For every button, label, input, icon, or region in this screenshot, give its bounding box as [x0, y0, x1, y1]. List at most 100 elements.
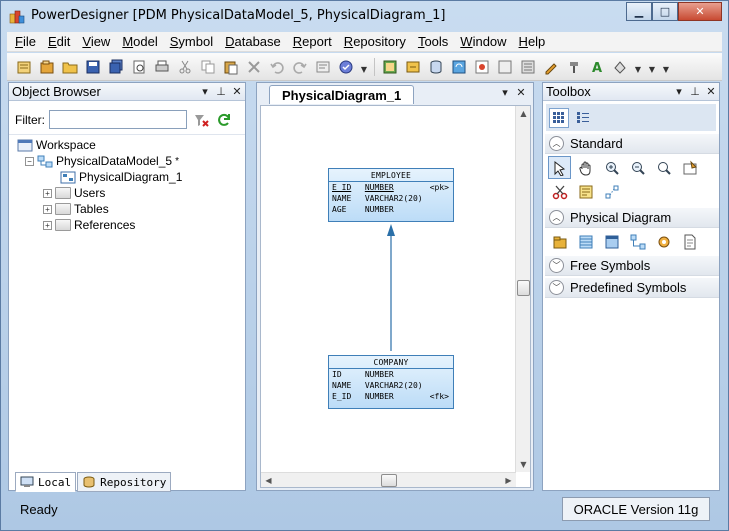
menu-help[interactable]: Help	[513, 34, 552, 49]
new-project-button[interactable]	[36, 56, 57, 77]
tree-node-model[interactable]: − PhysicalDataModel_5 *	[25, 153, 179, 169]
minimize-button[interactable]: ▁	[626, 2, 652, 21]
impact-analysis-button[interactable]	[471, 56, 492, 77]
layout-button[interactable]	[517, 56, 538, 77]
menu-view[interactable]: View	[76, 34, 116, 49]
diagram-canvas[interactable]: EMPLOYEE E_ID NUMBER <pk> NAME VARCHAR2(…	[261, 106, 516, 472]
panel-close-icon[interactable]: ✕	[703, 85, 719, 98]
entity-employee[interactable]: EMPLOYEE E_ID NUMBER <pk> NAME VARCHAR2(…	[328, 168, 454, 222]
menu-tools[interactable]: Tools	[412, 34, 454, 49]
view-tool[interactable]	[600, 230, 623, 253]
package-tool[interactable]	[548, 230, 571, 253]
filter-input[interactable]	[49, 110, 187, 129]
properties-tool[interactable]	[678, 156, 701, 179]
clear-filter-button[interactable]	[192, 111, 210, 129]
undo-button[interactable]	[266, 56, 287, 77]
zoom-out-tool[interactable]	[626, 156, 649, 179]
pin-icon[interactable]: ⊥	[213, 85, 229, 98]
properties-button[interactable]	[312, 56, 333, 77]
compare-button[interactable]	[494, 56, 515, 77]
panel-close-icon[interactable]: ✕	[229, 85, 245, 98]
scroll-left-icon[interactable]: ◀	[261, 473, 276, 488]
table-tool[interactable]	[574, 230, 597, 253]
save-all-button[interactable]	[105, 56, 126, 77]
reverse-engineer-button[interactable]	[402, 56, 423, 77]
toolbar-overflow-3[interactable]: ▼	[646, 56, 658, 77]
refresh-button[interactable]	[215, 111, 233, 129]
expand-icon[interactable]: +	[43, 204, 52, 214]
reference-tool[interactable]	[626, 230, 649, 253]
tree-node-tables[interactable]: + Tables	[43, 201, 109, 217]
delete-button[interactable]	[243, 56, 264, 77]
sync-button[interactable]	[448, 56, 469, 77]
grabber-tool[interactable]	[574, 156, 597, 179]
toolbar-overflow-2[interactable]: ▼	[632, 56, 644, 77]
pencil-tool-button[interactable]	[540, 56, 561, 77]
scroll-up-icon[interactable]: ▲	[516, 106, 531, 121]
scroll-right-icon[interactable]: ▶	[501, 473, 516, 488]
tab-local[interactable]: Local	[15, 472, 77, 492]
scroll-down-icon[interactable]: ▼	[516, 457, 531, 472]
note-tool[interactable]	[574, 180, 597, 203]
new-model-button[interactable]	[13, 56, 34, 77]
toolbar-overflow-1[interactable]: ▼	[358, 56, 370, 77]
file-tool[interactable]	[678, 230, 701, 253]
open-package-tool[interactable]	[652, 156, 675, 179]
save-button[interactable]	[82, 56, 103, 77]
panel-menu-icon[interactable]: ▾	[671, 85, 687, 98]
paste-button[interactable]	[220, 56, 241, 77]
pointer-tool[interactable]	[548, 156, 571, 179]
entity-company[interactable]: COMPANY ID NUMBER NAME VARCHAR2(20) E_ID…	[328, 355, 454, 409]
collapse-icon[interactable]: −	[25, 156, 34, 166]
tree-node-references[interactable]: + References	[43, 217, 135, 233]
print-button[interactable]	[151, 56, 172, 77]
list-view-button[interactable]	[573, 108, 593, 128]
pin-icon[interactable]: ⊥	[687, 85, 703, 98]
cut-button[interactable]	[174, 56, 195, 77]
vertical-scrollbar[interactable]: ▲ ▼	[515, 106, 530, 472]
redo-button[interactable]	[289, 56, 310, 77]
link-tool[interactable]	[600, 180, 623, 203]
database-connect-button[interactable]	[425, 56, 446, 77]
menu-window[interactable]: Window	[454, 34, 512, 49]
toolbox-category-standard[interactable]: ︿ Standard	[545, 134, 719, 154]
tree-node-diagram[interactable]: PhysicalDiagram_1	[60, 169, 182, 185]
document-list-icon[interactable]: ▾	[497, 86, 513, 99]
format-painter-button[interactable]	[563, 56, 584, 77]
menu-file[interactable]: File	[9, 34, 42, 49]
document-close-icon[interactable]: ✕	[513, 86, 529, 99]
vertical-scroll-thumb[interactable]	[517, 280, 530, 296]
maximize-button[interactable]: □	[652, 2, 678, 21]
toolbox-category-predefined-symbols[interactable]: ﹀ Predefined Symbols	[545, 278, 719, 298]
expand-icon[interactable]: +	[43, 220, 52, 230]
generate-database-button[interactable]	[379, 56, 400, 77]
delete-tool[interactable]	[548, 180, 571, 203]
tree-node-users[interactable]: + Users	[43, 185, 105, 201]
menu-database[interactable]: Database	[219, 34, 287, 49]
menu-repository[interactable]: Repository	[338, 34, 412, 49]
icon-view-button[interactable]	[549, 107, 569, 128]
toolbox-category-physical-diagram[interactable]: ︿ Physical Diagram	[545, 208, 719, 228]
toolbox-category-free-symbols[interactable]: ﹀ Free Symbols	[545, 256, 719, 276]
horizontal-scroll-thumb[interactable]	[381, 474, 397, 487]
menu-model[interactable]: Model	[116, 34, 163, 49]
expand-icon[interactable]: +	[43, 188, 52, 198]
print-preview-button[interactable]	[128, 56, 149, 77]
font-button[interactable]: A	[586, 56, 607, 77]
close-button[interactable]: ✕	[678, 2, 722, 21]
toolbar-overflow-4[interactable]: ▼	[660, 56, 672, 77]
fill-color-button[interactable]	[609, 56, 630, 77]
panel-menu-icon[interactable]: ▾	[197, 85, 213, 98]
tree-node-workspace[interactable]: Workspace	[17, 137, 96, 153]
menu-symbol[interactable]: Symbol	[164, 34, 219, 49]
horizontal-scrollbar[interactable]: ◀ ▶	[261, 472, 516, 487]
copy-button[interactable]	[197, 56, 218, 77]
menu-report[interactable]: Report	[287, 34, 338, 49]
tab-physical-diagram[interactable]: PhysicalDiagram_1	[269, 85, 415, 104]
open-button[interactable]	[59, 56, 80, 77]
tab-repository[interactable]: Repository	[77, 472, 172, 492]
zoom-in-tool[interactable]	[600, 156, 623, 179]
procedure-tool[interactable]	[652, 230, 675, 253]
menu-edit[interactable]: Edit	[42, 34, 76, 49]
check-model-button[interactable]	[335, 56, 356, 77]
